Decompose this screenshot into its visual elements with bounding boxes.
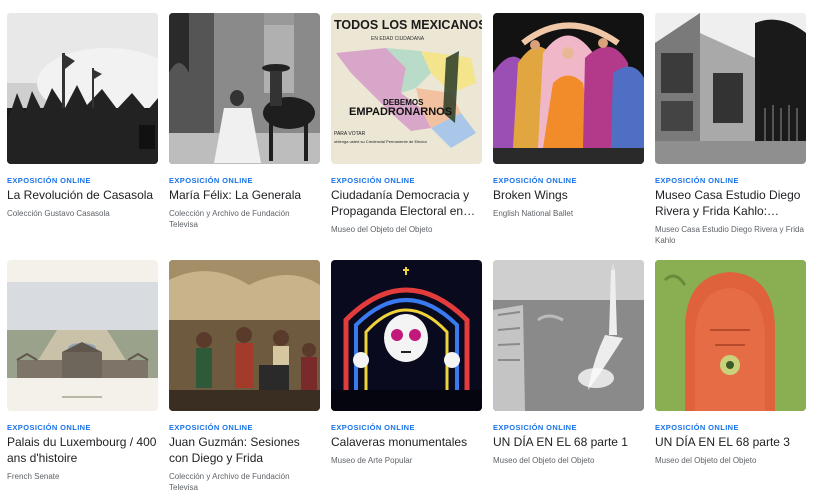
exhibit-subtitle: Museo Casa Estudio Diego Rivera y Frida … xyxy=(655,225,804,245)
poster-small-1: PARA VOTAR xyxy=(334,131,366,137)
poster-small-2: obtenga usted su Credencial Permanente d… xyxy=(334,139,428,144)
exhibit-kicker: EXPOSICIÓN ONLINE xyxy=(331,423,415,432)
exhibit-kicker: EXPOSICIÓN ONLINE xyxy=(169,176,253,185)
exhibit-kicker: EXPOSICIÓN ONLINE xyxy=(493,176,577,185)
exhibit-kicker: EXPOSICIÓN ONLINE xyxy=(7,176,91,185)
exhibit-title[interactable]: María Félix: La Generala xyxy=(169,187,319,203)
ballet-dancers-image xyxy=(493,13,644,164)
revolution-photo-image xyxy=(7,13,158,164)
psychedelic-poster-image xyxy=(655,260,806,411)
exhibit-title[interactable]: Ciudadanía Democracia y Propaganda Elect… xyxy=(331,187,481,219)
card-thumbnail[interactable]: TODOS LOS MEXICANOS EN EDAD CIUDADANA DE… xyxy=(331,13,482,164)
exhibit-kicker: EXPOSICIÓN ONLINE xyxy=(7,423,91,432)
exhibit-subtitle: Museo del Objeto del Objeto xyxy=(493,456,595,465)
mural-photo-image xyxy=(169,260,320,411)
card-thumbnail[interactable] xyxy=(493,260,644,411)
exhibit-title[interactable]: UN DÍA EN EL 68 parte 3 xyxy=(655,434,805,450)
rocket-launch-image xyxy=(493,260,644,411)
card-thumbnail[interactable] xyxy=(493,13,644,164)
exhibit-title[interactable]: Calaveras monumentales xyxy=(331,434,481,450)
exhibit-subtitle: Colección y Archivo de Fundación Televis… xyxy=(169,209,290,229)
exhibit-subtitle: English National Ballet xyxy=(493,209,574,218)
poster-headline: TODOS LOS MEXICANOS xyxy=(334,18,482,32)
palace-engraving-image xyxy=(7,260,158,411)
exhibit-kicker: EXPOSICIÓN ONLINE xyxy=(493,423,577,432)
card-thumbnail[interactable] xyxy=(7,260,158,411)
studio-house-photo-image xyxy=(655,13,806,164)
exhibit-subtitle: Museo de Arte Popular xyxy=(331,456,413,465)
poster-subhead: EN EDAD CIUDADANA xyxy=(371,36,425,42)
poster-banner-2: EMPADRONARNOS xyxy=(349,106,452,118)
exhibit-title[interactable]: La Revolución de Casasola xyxy=(7,187,157,203)
card-thumbnail[interactable] xyxy=(655,13,806,164)
illuminated-skull-image xyxy=(331,260,482,411)
card-thumbnail[interactable] xyxy=(7,13,158,164)
exhibit-kicker: EXPOSICIÓN ONLINE xyxy=(655,176,739,185)
exhibit-kicker: EXPOSICIÓN ONLINE xyxy=(331,176,415,185)
maria-felix-photo-image xyxy=(169,13,320,164)
exhibit-subtitle: Colección Gustavo Casasola xyxy=(7,209,110,218)
exhibit-subtitle: Museo del Objeto del Objeto xyxy=(331,225,433,234)
exhibit-title[interactable]: Museo Casa Estudio Diego Rivera y Frida … xyxy=(655,187,805,219)
electoral-poster-image: TODOS LOS MEXICANOS EN EDAD CIUDADANA DE… xyxy=(331,13,482,164)
exhibit-title[interactable]: Juan Guzmán: Sesiones con Diego y Frida xyxy=(169,434,319,466)
exhibit-kicker: EXPOSICIÓN ONLINE xyxy=(169,423,253,432)
exhibit-subtitle: Colección y Archivo de Fundación Televis… xyxy=(169,472,290,492)
exhibit-title[interactable]: Palais du Luxembourg / 400 ans d'histoir… xyxy=(7,434,157,466)
exhibit-title[interactable]: UN DÍA EN EL 68 parte 1 xyxy=(493,434,643,450)
exhibit-subtitle: French Senate xyxy=(7,472,60,481)
exhibit-title[interactable]: Broken Wings xyxy=(493,187,643,203)
exhibit-subtitle: Museo del Objeto del Objeto xyxy=(655,456,757,465)
card-thumbnail[interactable] xyxy=(169,13,320,164)
card-thumbnail[interactable] xyxy=(169,260,320,411)
card-thumbnail[interactable] xyxy=(655,260,806,411)
card-thumbnail[interactable] xyxy=(331,260,482,411)
exhibit-kicker: EXPOSICIÓN ONLINE xyxy=(655,423,739,432)
